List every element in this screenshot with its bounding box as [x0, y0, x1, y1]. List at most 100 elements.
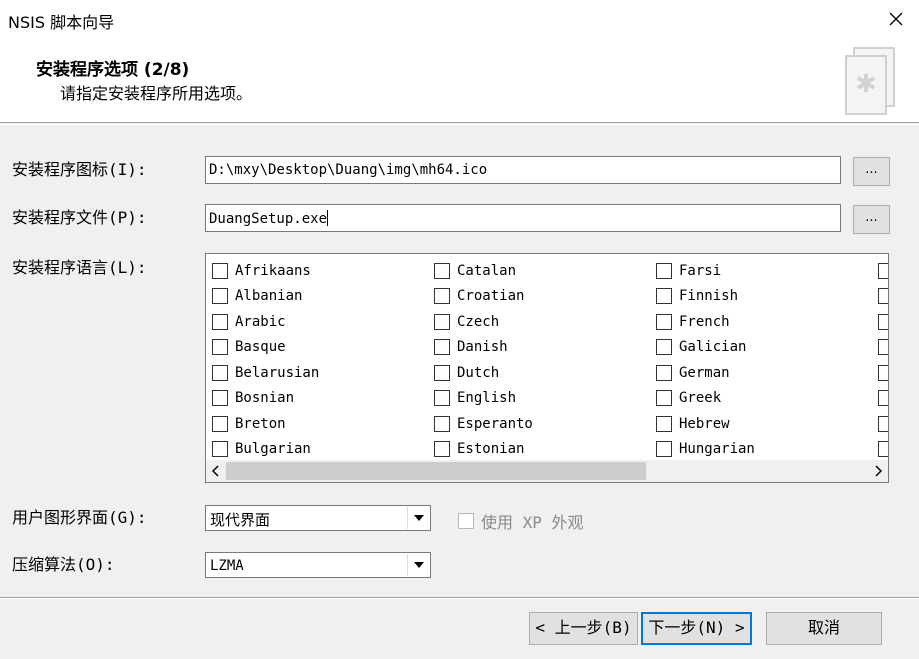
footer-separator-highlight: [0, 598, 919, 599]
language-checkbox[interactable]: [434, 288, 450, 305]
language-item[interactable]: Hungarian: [656, 437, 755, 463]
language-checkbox[interactable]: [878, 262, 888, 279]
language-column-2: Catalan Croatian Czech Danish Dutch English Es…: [434, 258, 533, 462]
language-label: Hebrew: [679, 415, 730, 432]
language-checkbox[interactable]: [878, 441, 888, 458]
language-checkbox[interactable]: [878, 288, 888, 305]
language-checkbox[interactable]: [434, 441, 450, 458]
language-checkbox[interactable]: [878, 364, 888, 381]
language-checkbox[interactable]: [212, 262, 228, 279]
ui-type-label: 用户图形界面(G):: [12, 508, 147, 527]
language-label: Croatian: [457, 288, 525, 305]
cancel-button[interactable]: 取消: [766, 612, 882, 645]
language-label: Catalan: [457, 262, 517, 279]
xp-style-checkbox[interactable]: 使用 XP 外观: [458, 509, 584, 533]
browse-icon-button[interactable]: ...: [853, 157, 890, 186]
language-checkbox[interactable]: [656, 390, 672, 407]
close-button[interactable]: [873, 0, 919, 38]
compression-dropdown-button[interactable]: [407, 554, 429, 576]
browse-file-button[interactable]: ...: [853, 205, 890, 234]
language-checkbox[interactable]: [656, 313, 672, 330]
language-column-3: Farsi Finnish French Galician German Greek Heb…: [656, 258, 755, 462]
language-checkbox[interactable]: [656, 441, 672, 458]
ui-type-select[interactable]: 现代界面: [205, 505, 431, 531]
language-item[interactable]: Czech: [434, 309, 533, 335]
language-checkbox[interactable]: [434, 339, 450, 356]
scroll-thumb[interactable]: [226, 462, 646, 480]
language-label: Finnish: [679, 288, 739, 305]
language-checkbox[interactable]: [878, 390, 888, 407]
language-item[interactable]: Finnish: [656, 284, 755, 310]
language-label: Dutch: [457, 364, 500, 381]
language-item[interactable]: Breton: [212, 411, 319, 437]
language-item[interactable]: Bulgarian: [212, 437, 319, 463]
language-checkbox[interactable]: [434, 415, 450, 432]
language-item[interactable]: Bosnian: [212, 386, 319, 412]
language-item[interactable]: Dutch: [434, 360, 533, 386]
window-title: NSIS 脚本向导: [8, 13, 115, 32]
language-item[interactable]: Albanian: [212, 284, 319, 310]
language-checkbox[interactable]: [656, 364, 672, 381]
language-item[interactable]: Belarusian: [212, 360, 319, 386]
language-label: Hungarian: [679, 441, 755, 458]
page-title: 安装程序选项 (2/8): [36, 60, 190, 80]
language-item[interactable]: Galician: [656, 335, 755, 361]
installer-file-input[interactable]: DuangSetup.exe: [205, 204, 841, 232]
ui-type-dropdown-button[interactable]: [407, 507, 429, 529]
language-checkbox[interactable]: [434, 313, 450, 330]
language-item[interactable]: Afrikaans: [212, 258, 319, 284]
language-label: Breton: [235, 415, 286, 432]
language-item[interactable]: German: [656, 360, 755, 386]
compression-select[interactable]: LZMA: [205, 552, 431, 578]
language-checkbox[interactable]: [656, 415, 672, 432]
language-item[interactable]: Greek: [656, 386, 755, 412]
language-item[interactable]: Croatian: [434, 284, 533, 310]
language-checkbox[interactable]: [212, 441, 228, 458]
language-item[interactable]: Hebrew: [656, 411, 755, 437]
language-label: Albanian: [235, 288, 303, 305]
language-checkbox[interactable]: [434, 364, 450, 381]
language-column-1: Afrikaans Albanian Arabic Basque Belarusian B…: [212, 258, 319, 462]
language-checkbox[interactable]: [212, 390, 228, 407]
language-checkbox[interactable]: [212, 364, 228, 381]
language-item[interactable]: Basque: [212, 335, 319, 361]
header-separator: [0, 124, 919, 125]
language-checkbox[interactable]: [878, 415, 888, 432]
language-label: Czech: [457, 313, 500, 330]
installer-icon-input[interactable]: D:\mxy\Desktop\Duang\img\mh64.ico: [205, 156, 841, 184]
language-item[interactable]: Catalan: [434, 258, 533, 284]
language-item[interactable]: French: [656, 309, 755, 335]
language-item[interactable]: English: [434, 386, 533, 412]
language-item[interactable]: Farsi: [656, 258, 755, 284]
horizontal-scrollbar[interactable]: [206, 460, 888, 482]
language-checkbox[interactable]: [212, 288, 228, 305]
language-checkbox[interactable]: [434, 262, 450, 279]
language-item[interactable]: Estonian: [434, 437, 533, 463]
language-label: French: [679, 313, 730, 330]
language-checkbox[interactable]: [878, 313, 888, 330]
language-list[interactable]: Afrikaans Albanian Arabic Basque Belarusian B…: [205, 253, 889, 483]
installer-file-label: 安装程序文件(P):: [12, 208, 147, 227]
language-checkbox[interactable]: [212, 339, 228, 356]
language-checkbox[interactable]: [434, 390, 450, 407]
language-label: Basque: [235, 339, 286, 356]
next-button[interactable]: 下一步(N) >: [641, 612, 752, 645]
scroll-right-button[interactable]: [868, 460, 888, 482]
scroll-left-button[interactable]: [206, 460, 226, 482]
language-item[interactable]: Danish: [434, 335, 533, 361]
back-button[interactable]: < 上一步(B): [529, 612, 638, 645]
page-subtitle: 请指定安装程序所用选项。: [60, 84, 253, 103]
language-checkbox[interactable]: [656, 262, 672, 279]
language-checkbox[interactable]: [212, 415, 228, 432]
language-checkbox[interactable]: [656, 339, 672, 356]
language-item[interactable]: Esperanto: [434, 411, 533, 437]
language-label: Esperanto: [457, 415, 533, 432]
language-checkbox[interactable]: [212, 313, 228, 330]
language-label: Farsi: [679, 262, 722, 279]
xp-style-checkbox-box[interactable]: [458, 513, 474, 529]
language-checkbox[interactable]: [878, 339, 888, 356]
dropdown-arrow-icon: [413, 562, 424, 568]
language-item[interactable]: Arabic: [212, 309, 319, 335]
xp-style-label: 使用 XP 外观: [481, 513, 584, 532]
language-checkbox[interactable]: [656, 288, 672, 305]
